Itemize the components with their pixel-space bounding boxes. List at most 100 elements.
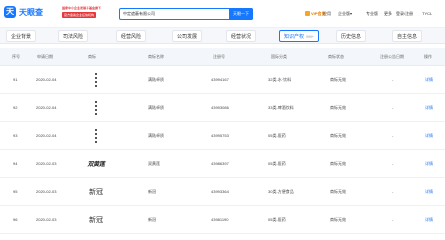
search-input[interactable] (123, 9, 229, 19)
row-category: 33类-啤酒饮料 (268, 105, 294, 110)
row-reg-no: 43981190 (211, 217, 229, 222)
col-apply-date: 申请日期 (37, 54, 53, 59)
row-pub-date: - (392, 217, 394, 222)
tab-self-info[interactable]: 自主信息 (392, 30, 423, 42)
col-status: 商标状态 (328, 54, 344, 59)
promo-badge: 国家中小企业发展子基金旗下 官方备案企业征信机构 (62, 6, 112, 22)
row-pub-date: - (392, 133, 394, 138)
row-index: 95 (13, 189, 18, 194)
row-trademark-name: 新冠 (148, 189, 156, 194)
trademark-calligraphy-text: 双黄莲 (87, 161, 105, 168)
chevron-down-icon: ▾ (350, 11, 353, 16)
vertical-text-logo-icon (95, 128, 97, 143)
row-apply-date: 2020-02-03 (36, 161, 57, 166)
trademark-image[interactable]: 双黄莲 (86, 154, 106, 173)
trademark-table-header: 序号 申请日期 商标 商标名称 注册号 国际分类 商标状态 注册公告日期 操作 (0, 48, 445, 66)
row-pub-date: - (392, 161, 394, 166)
table-row: 92 2020-02-04 满陆卓质 43993086 33类-啤酒饮料 商标无… (0, 94, 445, 122)
row-apply-date: 2020-02-04 (36, 133, 57, 138)
trademark-text: 新冠 (89, 187, 103, 196)
details-link[interactable]: 详情 (425, 122, 433, 149)
col-action: 操作 (424, 54, 432, 59)
row-index: 96 (13, 217, 18, 222)
logo-icon: 天 (4, 6, 16, 18)
row-status: 商标无效 (330, 77, 346, 82)
trademark-image[interactable]: 新冠 (86, 210, 106, 229)
tab-intellectual-property[interactable]: 知识产权 999+ (279, 30, 319, 42)
row-category: 05类-医药 (268, 217, 286, 222)
pro-link[interactable]: 专业版 (366, 10, 378, 18)
row-trademark-name: 双黄莲 (148, 161, 160, 166)
promo-line2: 官方备案企业征信机构 (62, 12, 97, 18)
app-link[interactable]: 应用 (323, 10, 331, 18)
row-index: 92 (13, 105, 18, 110)
table-row: 96 2020-02-03 新冠 新冠 43981190 05类-医药 商标无效… (0, 206, 445, 234)
row-category: 32类-水·饮料 (268, 77, 292, 82)
col-trademark: 商标 (88, 54, 96, 59)
site-logo[interactable]: 天 天眼查 (4, 5, 60, 19)
user-link[interactable]: TYCL (422, 10, 432, 18)
details-link[interactable]: 详情 (425, 150, 433, 177)
table-row: 93 2020-02-04 满陆卓质 43995753 05类-医药 商标无效 … (0, 122, 445, 150)
col-reg-no: 注册号 (213, 54, 225, 59)
trademark-image[interactable] (86, 70, 106, 89)
trademark-text: 新冠 (89, 215, 103, 224)
col-trademark-name: 商标名称 (148, 54, 164, 59)
row-category: 05类-医药 (268, 133, 286, 138)
details-link[interactable]: 详情 (425, 178, 433, 205)
details-link[interactable]: 详情 (425, 94, 433, 121)
row-pub-date: - (392, 77, 394, 82)
row-reg-no: 43993086 (211, 105, 229, 110)
row-trademark-name: 满陆卓质 (148, 133, 164, 138)
details-link[interactable]: 详情 (425, 206, 433, 233)
row-status: 商标无效 (330, 161, 346, 166)
row-trademark-name: 满陆卓质 (148, 77, 164, 82)
search-button[interactable]: 天眼一下 (229, 8, 253, 20)
more-link[interactable]: 更多 (384, 10, 392, 18)
tab-enterprise-background[interactable]: 企业背景 (6, 30, 37, 42)
row-reg-no: 43995753 (211, 133, 229, 138)
section-tabs: 企业背景 司法风险 经营风险 公司发展 经营状况 知识产权 999+ 历史信息 自… (0, 28, 445, 44)
row-apply-date: 2020-02-04 (36, 105, 57, 110)
col-category: 国际分类 (271, 54, 287, 59)
trademark-image[interactable] (86, 126, 106, 145)
row-reg-no: 43994167 (211, 77, 229, 82)
search-box: 天眼一下 (119, 8, 253, 20)
logo-text: 天眼查 (19, 7, 43, 17)
row-apply-date: 2020-02-04 (36, 77, 57, 82)
login-link[interactable]: 登录/注册 (396, 10, 413, 18)
table-row: 95 2020-02-03 新冠 新冠 43993364 30类-方便食品 商标… (0, 178, 445, 206)
row-status: 商标无效 (330, 133, 346, 138)
top-bar: 天 天眼查 国家中小企业发展子基金旗下 官方备案企业征信机构 天眼一下 VIP会… (0, 0, 445, 28)
trademark-image[interactable] (86, 98, 106, 117)
row-apply-date: 2020-02-03 (36, 217, 57, 222)
row-reg-no: 43993364 (211, 189, 229, 194)
row-status: 商标无效 (330, 217, 346, 222)
row-status: 商标无效 (330, 189, 346, 194)
table-row: 94 2020-02-03 双黄莲 双黄莲 43986397 05类-医药 商标… (0, 150, 445, 178)
row-index: 91 (13, 77, 18, 82)
row-apply-date: 2020-02-03 (36, 189, 57, 194)
row-trademark-name: 满陆卓质 (148, 105, 164, 110)
row-pub-date: - (392, 189, 394, 194)
tab-history[interactable]: 历史信息 (336, 30, 367, 42)
enterprise-link[interactable]: 企业版▾ (338, 10, 352, 18)
col-index: 序号 (12, 54, 20, 59)
promo-line1: 国家中小企业发展子基金旗下 (62, 6, 102, 10)
trademark-image[interactable]: 新冠 (86, 182, 106, 201)
vertical-text-logo-icon (95, 100, 97, 115)
col-pub-date: 注册公告日期 (380, 54, 404, 59)
row-category: 30类-方便食品 (268, 189, 294, 194)
row-index: 93 (13, 133, 18, 138)
row-reg-no: 43986397 (211, 161, 229, 166)
table-row: 91 2020-02-04 满陆卓质 43994167 32类-水·饮料 商标无… (0, 66, 445, 94)
tab-judicial-risk[interactable]: 司法风险 (58, 30, 89, 42)
row-pub-date: - (392, 105, 394, 110)
tab-operating-risk[interactable]: 经营风险 (116, 30, 147, 42)
row-trademark-name: 新冠 (148, 217, 156, 222)
details-link[interactable]: 详情 (425, 66, 433, 93)
tab-company-development[interactable]: 公司发展 (172, 30, 203, 42)
row-index: 94 (13, 161, 18, 166)
row-category: 05类-医药 (268, 161, 286, 166)
tab-operating-status[interactable]: 经营状况 (226, 30, 257, 42)
